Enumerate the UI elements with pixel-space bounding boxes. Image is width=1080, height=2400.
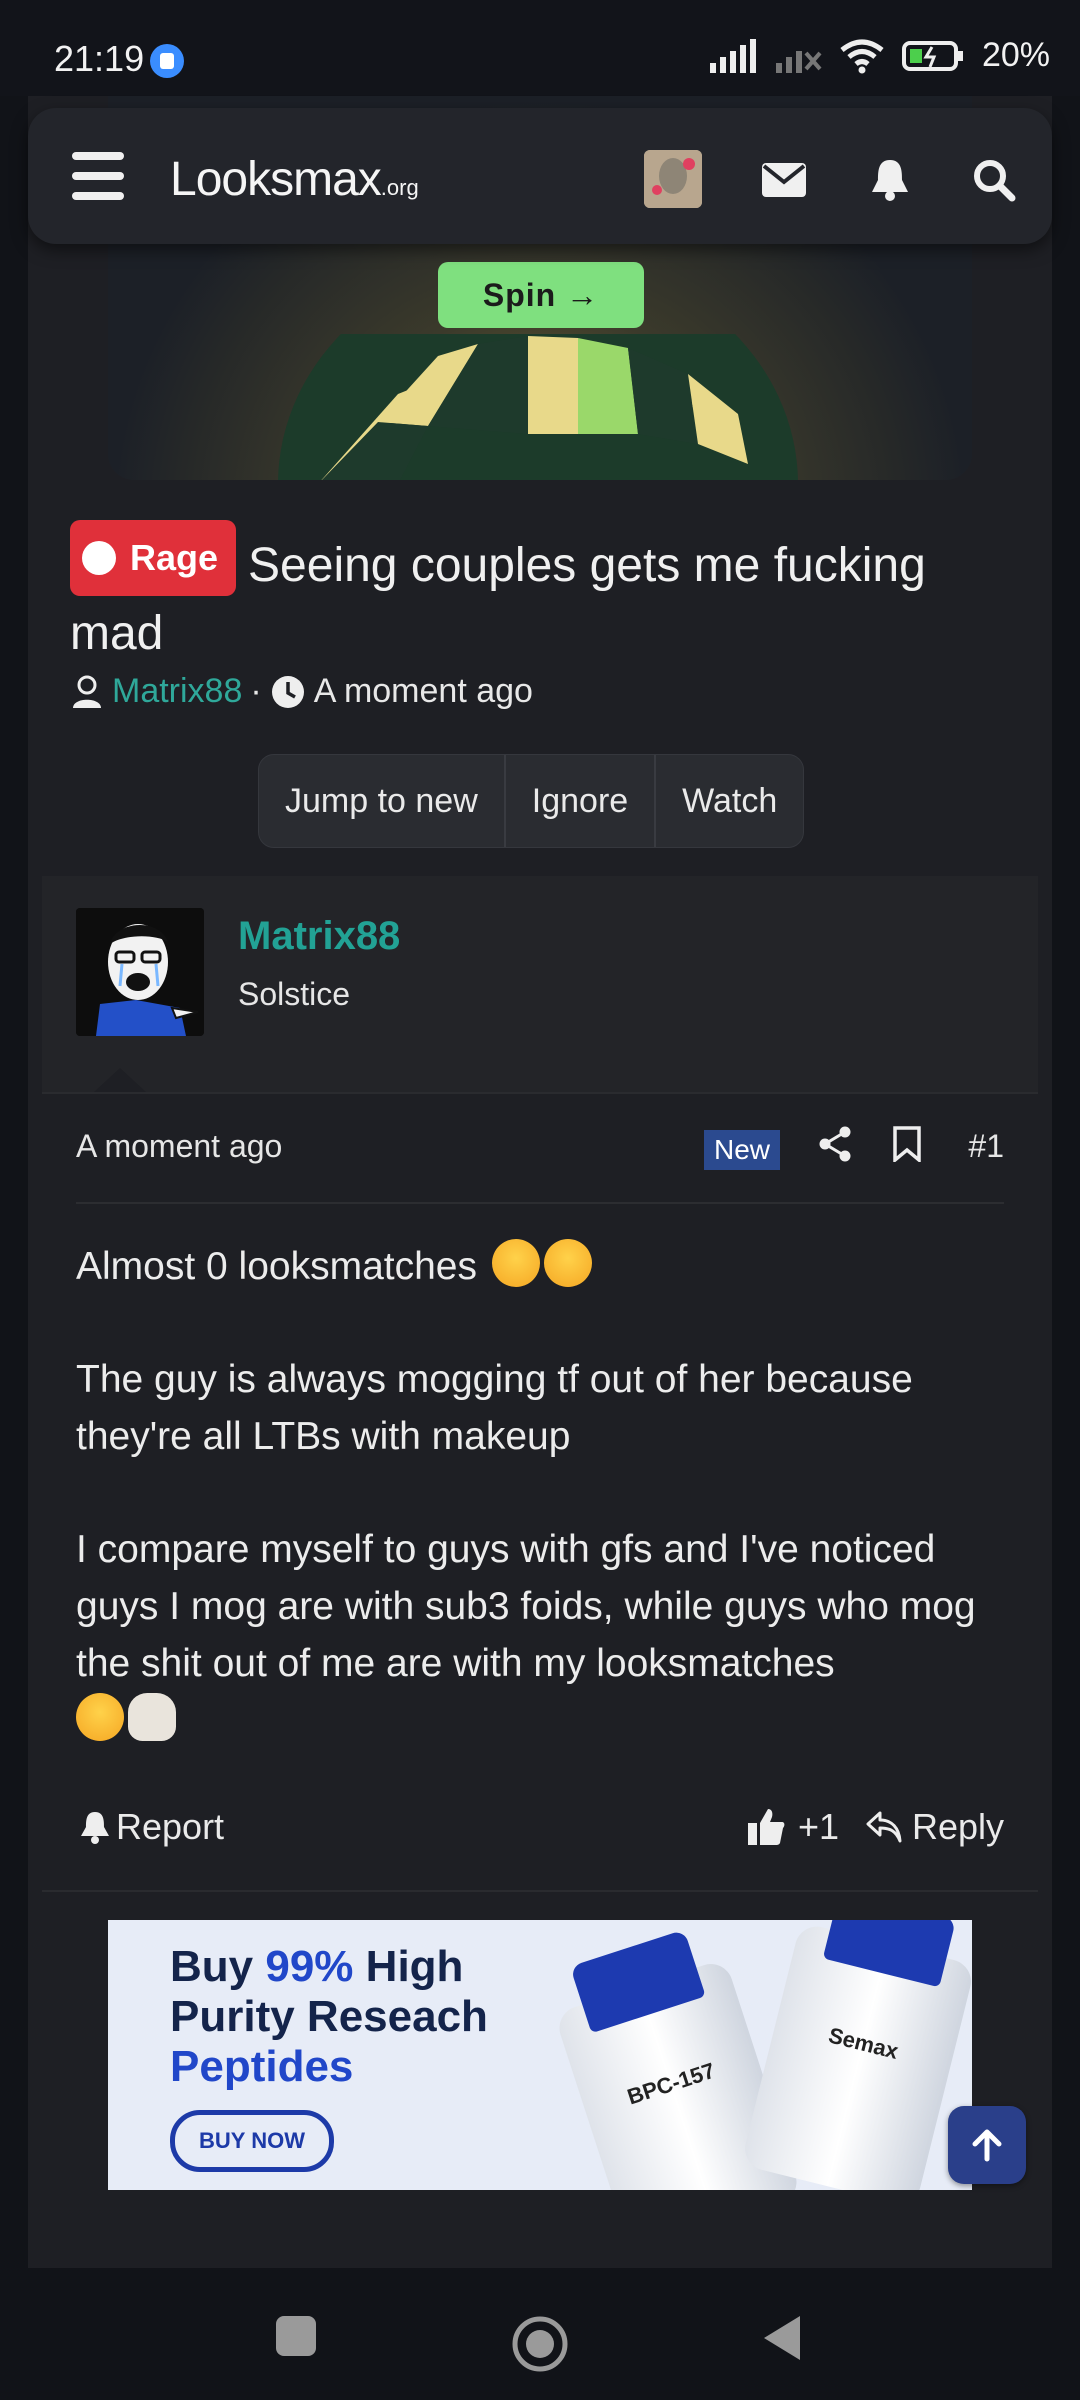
reply-icon <box>866 1811 902 1843</box>
prefix-label: Rage <box>130 537 219 578</box>
paragraph-text: Almost 0 looksmatches <box>76 1245 477 1288</box>
menu-icon[interactable] <box>72 152 124 200</box>
avatar-image <box>644 150 702 208</box>
post-number-link[interactable]: #1 <box>968 1128 1004 1165</box>
clock-icon <box>271 675 304 708</box>
top-navigation: Looksmax.org <box>28 108 1052 244</box>
vial-cap <box>569 1929 706 2034</box>
post-user-header: Matrix88 Solstice <box>42 876 1038 1094</box>
thumbs-up-icon <box>748 1809 785 1845</box>
ad-text: High <box>353 1942 464 1991</box>
post-paragraph: The guy is always mogging tf out of her … <box>76 1358 913 1458</box>
post-paragraph: I compare myself to guys with gfs and I'… <box>76 1521 1006 1749</box>
status-bar: 21:19 20% <box>0 0 1080 96</box>
vial-image: Semax <box>740 1920 972 2190</box>
bell-icon[interactable] <box>862 152 918 208</box>
post-info-bar: A moment ago New #1 <box>76 1122 1004 1170</box>
thread-time[interactable]: A moment ago <box>314 672 533 711</box>
new-badge: New <box>704 1130 781 1170</box>
vial-label: BPC-157 <box>624 2057 718 2110</box>
battery-percent: 20% <box>981 36 1050 74</box>
post-time[interactable]: A moment ago <box>76 1128 282 1165</box>
post-username[interactable]: Matrix88 <box>238 914 400 959</box>
home-icon[interactable] <box>510 2314 570 2374</box>
rage-prefix-badge[interactable]: Rage <box>70 520 237 596</box>
ad-text: Purity Reseach <box>170 1992 488 2041</box>
scroll-to-top-button[interactable] <box>948 2106 1026 2184</box>
thread-author-link[interactable]: Matrix88 <box>112 672 242 711</box>
ignore-button[interactable]: Ignore <box>506 755 657 847</box>
crying-emoji-icon <box>491 1239 540 1287</box>
reply-label: Reply <box>911 1806 1004 1847</box>
paragraph-text: I compare myself to guys with gfs and I'… <box>76 1528 976 1685</box>
status-icons: 20% <box>709 36 1050 75</box>
vial-cap <box>822 1920 957 1988</box>
signal-icon <box>709 38 756 73</box>
divider <box>76 1202 1004 1204</box>
report-label: Report <box>116 1806 225 1847</box>
wifi-icon <box>840 39 884 73</box>
ad-highlight: 99% <box>265 1942 354 1991</box>
arrow-up-icon <box>972 2129 1002 2162</box>
jump-to-new-button[interactable]: Jump to new <box>259 755 506 847</box>
thread-header: Rage Seeing couples gets me fucking mad <box>70 520 1020 668</box>
header-pointer <box>94 1068 146 1092</box>
thread-meta: Matrix88 · A moment ago <box>70 672 533 711</box>
post-body: Almost 0 looksmatches The guy is always … <box>76 1238 1006 1749</box>
crying-emoji-icon <box>543 1239 592 1287</box>
spin-button[interactable]: Spin → <box>438 262 644 328</box>
prize-wheel-graphic <box>278 334 798 480</box>
ad-highlight: Peptides <box>170 2042 354 2091</box>
like-button[interactable]: +1 <box>746 1806 839 1848</box>
user-avatar-button[interactable] <box>644 150 702 208</box>
divider <box>42 1890 1038 1892</box>
rofl-emoji-icon <box>76 1693 124 1741</box>
ad-headline: Buy 99% High Purity Reseach Peptides <box>170 1942 488 2092</box>
post-user-title: Solstice <box>238 976 351 1012</box>
recent-apps-icon[interactable] <box>274 2314 318 2358</box>
reply-button[interactable]: Reply <box>866 1806 1004 1848</box>
search-icon[interactable] <box>966 152 1022 208</box>
post-avatar[interactable] <box>76 908 204 1036</box>
bookmark-icon[interactable] <box>892 1126 922 1170</box>
like-count: +1 <box>798 1806 840 1847</box>
notification-app-icon <box>150 44 184 78</box>
thread-title: Rage Seeing couples gets me fucking mad <box>70 520 1020 668</box>
site-logo[interactable]: Looksmax.org <box>170 152 419 207</box>
buy-now-button[interactable]: BUY NOW <box>170 2110 334 2172</box>
wojak-emoji-icon <box>128 1693 176 1741</box>
signal-2-icon <box>775 50 822 73</box>
peptides-ad-banner[interactable]: Buy 99% High Purity Reseach Peptides BUY… <box>108 1920 972 2190</box>
system-navigation-bar <box>0 2270 1080 2400</box>
watch-button[interactable]: Watch <box>656 755 803 847</box>
vial-label: Semax <box>825 2022 901 2064</box>
post-actions: Report +1 Reply <box>76 1798 1004 1854</box>
bell-icon <box>81 1812 109 1844</box>
logo-text: Looksmax <box>170 153 382 206</box>
angry-face-icon <box>82 541 116 575</box>
logo-suffix: .org <box>380 175 419 200</box>
mail-icon[interactable] <box>756 152 812 208</box>
status-time: 21:19 <box>54 38 145 79</box>
ad-text: Buy <box>170 1942 266 1991</box>
back-icon[interactable] <box>760 2314 804 2362</box>
post-paragraph: Almost 0 looksmatches <box>76 1238 1006 1295</box>
thread-actions-group: Jump to new Ignore Watch <box>258 754 805 848</box>
report-button[interactable]: Report <box>80 1806 224 1848</box>
battery-icon <box>901 40 963 71</box>
share-icon[interactable] <box>818 1126 852 1170</box>
user-icon <box>73 675 101 708</box>
meta-separator: · <box>250 672 262 710</box>
avatar-image <box>76 908 204 1036</box>
